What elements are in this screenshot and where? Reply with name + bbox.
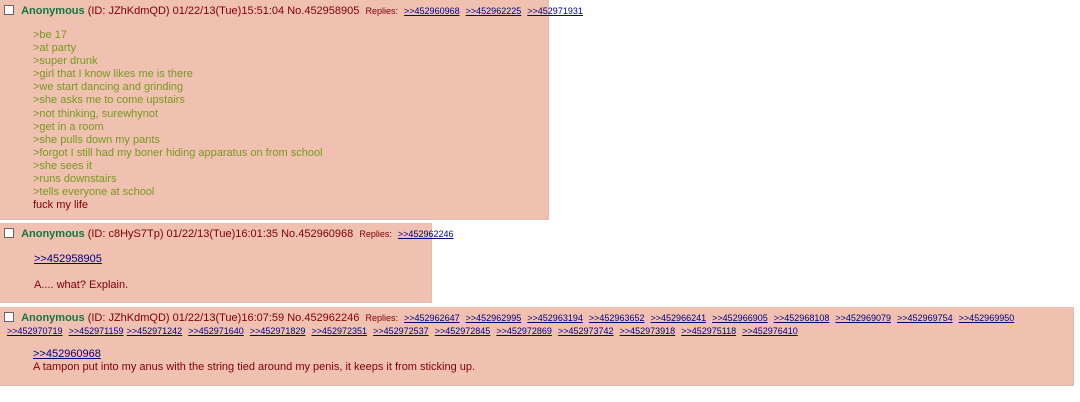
message-line: A tampon put into my anus with the strin… (33, 361, 476, 374)
poster-name: Anonymous (21, 228, 85, 240)
greentext-line: >be 17 (33, 29, 67, 41)
greentext-line: >at party (33, 42, 77, 55)
backlink[interactable]: >>452972537 (373, 326, 429, 336)
backlink[interactable]: >>452971159 (69, 326, 124, 336)
post-header: Anonymous (ID: JZhKdmQD) 01/22/13(Tue)15… (4, 5, 583, 18)
quote-link[interactable]: >>452958905 (34, 253, 102, 265)
backlink[interactable]: >>452968108 (774, 313, 830, 323)
thread: Anonymous (ID: JZhKdmQD) 01/22/13(Tue)15… (0, 0, 1080, 402)
backlink[interactable]: >>452972351 (311, 326, 367, 336)
greentext-line: >we start dancing and grinding (33, 81, 184, 94)
backlink[interactable]: >>452966241 (651, 313, 707, 323)
post-select-checkbox[interactable] (4, 312, 14, 322)
post-452962246: Anonymous (ID: JZhKdmQD) 01/22/13(Tue)16… (0, 307, 1074, 386)
backlink[interactable]: >>452973918 (620, 326, 676, 336)
backlink[interactable]: >>452962647 (404, 313, 460, 323)
backlink[interactable]: >>452969079 (835, 313, 891, 323)
greentext-line: >girl that I know likes me is there (33, 68, 193, 81)
greentext-line: >she sees it (33, 159, 93, 172)
backlink[interactable]: >>452971242 (127, 326, 183, 336)
backlink[interactable]: >>452969754 (897, 313, 953, 323)
backlink[interactable]: >>452962246 (398, 229, 454, 239)
greentext-line: >she pulls down my pants (33, 133, 160, 146)
message-line: A.... what? Explain. (34, 279, 129, 292)
greentext-line: >she asks me to come upstairs (33, 94, 185, 107)
post-select-checkbox[interactable] (4, 5, 14, 15)
backlink[interactable]: >>452972869 (496, 326, 552, 336)
greentext-line: >runs downstairs (33, 173, 117, 186)
post-452958905: Anonymous (ID: JZhKdmQD) 01/22/13(Tue)15… (0, 0, 583, 220)
post-message: >be 17 >at party >super drunk >girl that… (33, 29, 323, 212)
backlink[interactable]: >>452969950 (959, 313, 1015, 323)
backlink[interactable]: >>452976410 (742, 326, 798, 336)
replies-label: Replies: (365, 313, 398, 323)
poster-name: Anonymous (21, 312, 85, 324)
backlink[interactable]: >>452960968 (404, 6, 460, 16)
post-meta: (ID: c8HyS7Tp) 01/22/13(Tue)16:01:35 No.… (87, 228, 354, 240)
backlink[interactable]: >>452975118 (681, 326, 736, 336)
greentext-line: >forgot I still had my boner hiding appa… (33, 146, 323, 159)
post-header: Anonymous (ID: JZhKdmQD) 01/22/13(Tue)16… (4, 312, 1070, 338)
greentext-line: >get in a room (33, 120, 104, 133)
poster-name: Anonymous (21, 5, 85, 17)
backlink[interactable]: >>452962995 (466, 313, 522, 323)
backlink[interactable]: >>452973742 (558, 326, 614, 336)
replies-label: Replies: (359, 229, 392, 239)
backlink[interactable]: >>452963194 (527, 313, 583, 323)
message-line: fuck my life (33, 199, 89, 212)
backlink[interactable]: >>452971829 (250, 326, 306, 336)
backlink[interactable]: >>452972845 (435, 326, 491, 336)
backlink[interactable]: >>452970719 (7, 326, 63, 336)
greentext-line: >tells everyone at school (33, 186, 155, 199)
backlink[interactable]: >>452971640 (188, 326, 244, 336)
backlink[interactable]: >>452962225 (466, 6, 522, 16)
post-message: >>452960968 A tampon put into my anus wi… (33, 348, 475, 374)
backlink[interactable]: >>452963652 (589, 313, 645, 323)
backlink[interactable]: >>452966905 (712, 313, 768, 323)
post-meta: (ID: JZhKdmQD) 01/22/13(Tue)15:51:04 No.… (87, 5, 360, 17)
backlink[interactable]: >>452971931 (527, 6, 583, 16)
post-header: Anonymous (ID: c8HyS7Tp) 01/22/13(Tue)16… (4, 228, 453, 241)
post-452960968: Anonymous (ID: c8HyS7Tp) 01/22/13(Tue)16… (0, 223, 453, 303)
greentext-line: >not thinking, surewhynot (33, 107, 159, 120)
post-select-checkbox[interactable] (4, 228, 14, 238)
greentext-line: >super drunk (33, 55, 98, 68)
post-message: >>452958905 A.... what? Explain. (34, 253, 128, 292)
quote-link[interactable]: >>452960968 (33, 348, 101, 360)
post-meta: (ID: JZhKdmQD) 01/22/13(Tue)16:07:59 No.… (87, 312, 360, 324)
replies-label: Replies: (365, 6, 398, 16)
